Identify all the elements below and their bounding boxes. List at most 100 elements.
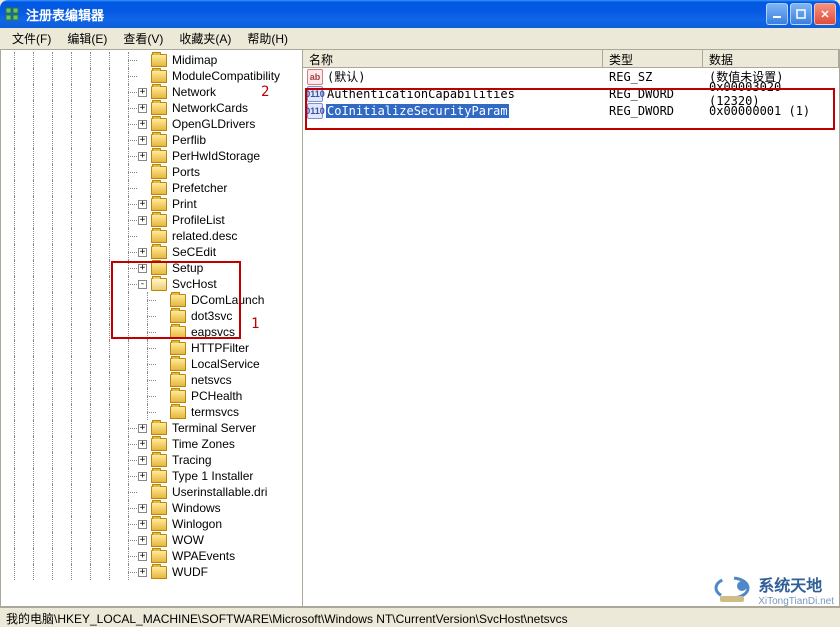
- column-data[interactable]: 数据: [703, 50, 839, 67]
- tree-node[interactable]: + Network: [5, 84, 302, 100]
- tree-node[interactable]: +Perflib: [5, 132, 302, 148]
- tree-label: OpenGLDrivers: [170, 116, 257, 132]
- tree-label: SeCEdit: [170, 244, 218, 260]
- tree-node[interactable]: LocalService: [5, 356, 302, 372]
- expand-toggle[interactable]: +: [138, 472, 147, 481]
- column-name[interactable]: 名称: [303, 50, 603, 67]
- tree-node[interactable]: + WOW: [5, 532, 302, 548]
- tree-node[interactable]: +Type 1 Installer: [5, 468, 302, 484]
- expand-toggle[interactable]: +: [138, 536, 147, 545]
- tree-node[interactable]: + NetworkCards: [5, 100, 302, 116]
- minimize-button[interactable]: [766, 3, 788, 25]
- expand-toggle[interactable]: +: [138, 520, 147, 529]
- folder-icon: [151, 182, 167, 195]
- value-data: 0x00000001 (1): [703, 104, 839, 118]
- tree-node[interactable]: related.desc: [5, 228, 302, 244]
- expand-toggle[interactable]: +: [138, 152, 147, 161]
- expand-toggle[interactable]: +: [138, 440, 147, 449]
- list-row[interactable]: 0110CoInitializeSecurityParamREG_DWORD0x…: [303, 102, 839, 119]
- tree-label: WOW: [170, 532, 206, 548]
- tree-node[interactable]: - SvcHost: [5, 276, 302, 292]
- list-header: 名称 类型 数据: [303, 50, 839, 68]
- folder-icon: [170, 326, 186, 339]
- tree-node[interactable]: Midimap: [5, 52, 302, 68]
- tree-node[interactable]: ModuleCompatibility: [5, 68, 302, 84]
- folder-icon: [170, 406, 186, 419]
- tree-node[interactable]: +ProfileList: [5, 212, 302, 228]
- column-type[interactable]: 类型: [603, 50, 703, 67]
- tree-node[interactable]: Userinstallable.dri: [5, 484, 302, 500]
- tree-label: Network: [170, 84, 218, 100]
- tree-node[interactable]: + WPAEvents: [5, 548, 302, 564]
- tree-label: Print: [170, 196, 199, 212]
- expand-toggle[interactable]: +: [138, 88, 147, 97]
- list-panel[interactable]: 名称 类型 数据 ab(默认)REG_SZ(数值未设置)0110Authenti…: [303, 50, 839, 606]
- tree-label: SvcHost: [170, 276, 219, 292]
- tree-node[interactable]: + Print: [5, 196, 302, 212]
- tree-node[interactable]: +Terminal Server: [5, 420, 302, 436]
- folder-icon: [151, 262, 167, 275]
- tree-node[interactable]: +Tracing: [5, 452, 302, 468]
- expand-toggle[interactable]: +: [138, 264, 147, 273]
- tree-label: related.desc: [170, 228, 239, 244]
- tree-node[interactable]: Ports: [5, 164, 302, 180]
- tree-node[interactable]: PCHealth: [5, 388, 302, 404]
- tree-label: PerHwIdStorage: [170, 148, 262, 164]
- tree-node[interactable]: + Setup: [5, 260, 302, 276]
- tree-node[interactable]: netsvcs: [5, 372, 302, 388]
- folder-icon: [151, 214, 167, 227]
- folder-icon: [151, 422, 167, 435]
- menu-edit[interactable]: 编辑(E): [59, 28, 115, 49]
- tree-label: Time Zones: [170, 436, 237, 452]
- reg-value-icon: 0110: [307, 103, 323, 119]
- tree-node[interactable]: +Winlogon: [5, 516, 302, 532]
- maximize-button[interactable]: [790, 3, 812, 25]
- tree-label: NetworkCards: [170, 100, 250, 116]
- folder-icon: [170, 294, 186, 307]
- tree-node[interactable]: + PerHwIdStorage: [5, 148, 302, 164]
- expand-toggle[interactable]: +: [138, 504, 147, 513]
- folder-icon: [151, 118, 167, 131]
- close-button[interactable]: [814, 3, 836, 25]
- tree-node[interactable]: +Windows: [5, 500, 302, 516]
- expand-toggle[interactable]: +: [138, 248, 147, 257]
- menu-favorites[interactable]: 收藏夹(A): [171, 28, 239, 49]
- reg-value-icon: 0110: [307, 86, 323, 102]
- folder-icon: [151, 518, 167, 531]
- tree-panel[interactable]: MidimapModuleCompatibility + Network + Netwo…: [1, 50, 303, 606]
- expand-toggle[interactable]: -: [138, 280, 147, 289]
- folder-icon: [151, 454, 167, 467]
- tree-node[interactable]: HTTPFilter: [5, 340, 302, 356]
- tree-label: WUDF: [170, 564, 210, 580]
- annotation-1: 1: [251, 316, 259, 332]
- folder-icon: [151, 246, 167, 259]
- folder-icon: [151, 134, 167, 147]
- expand-toggle[interactable]: +: [138, 136, 147, 145]
- folder-icon: [151, 470, 167, 483]
- folder-icon: [170, 310, 186, 323]
- list-row[interactable]: 0110AuthenticationCapabilitiesREG_DWORD0…: [303, 85, 839, 102]
- annotation-2: 2: [261, 84, 269, 100]
- expand-toggle[interactable]: +: [138, 568, 147, 577]
- tree-node[interactable]: Prefetcher: [5, 180, 302, 196]
- tree-node[interactable]: termsvcs: [5, 404, 302, 420]
- tree-label: Setup: [170, 260, 205, 276]
- menu-view[interactable]: 查看(V): [115, 28, 171, 49]
- expand-toggle[interactable]: +: [138, 216, 147, 225]
- tree-node[interactable]: + Time Zones: [5, 436, 302, 452]
- expand-toggle[interactable]: +: [138, 424, 147, 433]
- tree-label: eapsvcs: [189, 324, 237, 340]
- tree-node[interactable]: + WUDF: [5, 564, 302, 580]
- expand-toggle[interactable]: +: [138, 456, 147, 465]
- expand-toggle[interactable]: +: [138, 104, 147, 113]
- menu-help[interactable]: 帮助(H): [239, 28, 296, 49]
- regedit-icon: [4, 6, 20, 22]
- tree-node[interactable]: DComLaunch: [5, 292, 302, 308]
- expand-toggle[interactable]: +: [138, 120, 147, 129]
- tree-node[interactable]: + SeCEdit: [5, 244, 302, 260]
- tree-node[interactable]: + OpenGLDrivers: [5, 116, 302, 132]
- expand-toggle[interactable]: +: [138, 552, 147, 561]
- tree-label: WPAEvents: [170, 548, 237, 564]
- menu-file[interactable]: 文件(F): [4, 28, 59, 49]
- expand-toggle[interactable]: +: [138, 200, 147, 209]
